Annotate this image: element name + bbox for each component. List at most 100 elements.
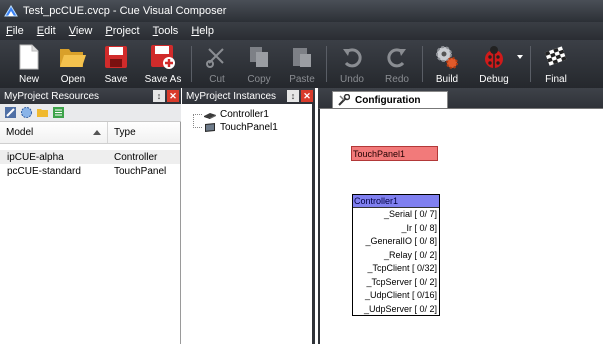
open-button[interactable]: Open: [57, 40, 89, 88]
menu-edit[interactable]: Edit: [37, 25, 56, 37]
instances-panel-title: MyProject Instances: [186, 90, 277, 102]
port-generalio[interactable]: _GeneralIO [ 0/ 8]: [353, 235, 439, 249]
redo-icon: [387, 48, 406, 68]
tree-item-controller1[interactable]: Controller1: [182, 108, 269, 121]
open-label: Open: [60, 74, 86, 85]
toolbar-separator: [530, 46, 531, 82]
column-header-type-label: Type: [114, 127, 136, 138]
port-tcpserver[interactable]: _TcpServer [ 0/ 2]: [353, 276, 439, 290]
tree-item-touchpanel1[interactable]: TouchPanel1: [182, 121, 278, 134]
gear-icon[interactable]: [20, 106, 33, 119]
resources-panel-header: MyProject Resources ↕ ✕: [0, 88, 181, 104]
column-header-model[interactable]: Model: [0, 122, 108, 143]
close-icon[interactable]: ✕: [301, 90, 313, 102]
controller-node-header: Controller1: [353, 195, 439, 208]
checkered-flag-icon: [544, 46, 567, 66]
save-as-icon: [151, 45, 175, 69]
tree-item-label: Controller1: [220, 109, 269, 120]
cell-model: pcCUE-standard: [7, 165, 81, 177]
port-ir[interactable]: _Ir [ 0/ 8]: [353, 222, 439, 236]
port-udpclient[interactable]: _UdpClient [ 0/16]: [353, 289, 439, 303]
resources-toolbar: [0, 104, 181, 122]
undo-button[interactable]: Undo: [338, 40, 366, 88]
cell-type: Controller: [114, 151, 158, 163]
final-button[interactable]: Final: [542, 40, 570, 88]
chevron-down-icon: [517, 55, 523, 59]
menu-tools[interactable]: Tools: [153, 25, 179, 37]
touchpanel-device-icon: [205, 123, 215, 132]
instances-panel-header: MyProject Instances ↕ ✕: [182, 88, 315, 104]
resources-table: Model Type ipCUE-alpha Controller pcCUE-…: [0, 122, 181, 344]
sort-ascending-icon: [93, 130, 101, 135]
controller-device-icon: [204, 113, 216, 119]
paste-label: Paste: [289, 74, 315, 85]
pin-icon[interactable]: ↕: [153, 90, 165, 102]
save-as-button[interactable]: Save As: [145, 40, 181, 88]
port-tcpclient[interactable]: _TcpClient [ 0/32]: [353, 262, 439, 276]
new-button[interactable]: New: [14, 40, 44, 88]
cell-type: TouchPanel: [114, 165, 167, 177]
save-label: Save: [104, 74, 128, 85]
debug-dropdown-button[interactable]: [515, 40, 525, 88]
cell-model: ipCUE-alpha: [7, 151, 64, 163]
menu-view[interactable]: View: [69, 25, 93, 37]
port-udpserver[interactable]: _UdpServer [ 0/ 2]: [353, 303, 439, 317]
debug-button[interactable]: Debug: [479, 40, 509, 88]
toolbar-separator: [191, 46, 192, 82]
app-logo-icon: [4, 5, 18, 17]
close-icon[interactable]: ✕: [167, 90, 179, 102]
redo-label: Redo: [385, 74, 409, 85]
toolbar-separator: [422, 46, 423, 82]
tree-item-label: TouchPanel1: [220, 122, 278, 133]
final-label: Final: [545, 74, 567, 85]
menu-bar: File Edit View Project Tools Help: [0, 22, 603, 40]
save-as-label: Save As: [144, 74, 182, 85]
port-relay[interactable]: _Relay [ 0/ 2]: [353, 249, 439, 263]
table-header: Model Type: [0, 122, 180, 144]
touchpanel-node[interactable]: TouchPanel1: [351, 146, 438, 161]
window-title: Test_pcCUE.cvcp - Cue Visual Composer: [23, 5, 227, 17]
menu-help[interactable]: Help: [191, 25, 214, 37]
touchpanel-node-label: TouchPanel1: [353, 148, 406, 159]
title-bar: Test_pcCUE.cvcp - Cue Visual Composer: [0, 0, 603, 22]
column-header-type[interactable]: Type: [108, 127, 136, 138]
column-header-model-label: Model: [6, 127, 34, 138]
build-button[interactable]: Build: [433, 40, 461, 88]
pin-icon[interactable]: ↕: [287, 90, 299, 102]
folder-icon[interactable]: [36, 106, 49, 119]
copy-button[interactable]: Copy: [245, 40, 273, 88]
resources-panel-title: MyProject Resources: [4, 90, 100, 102]
debug-label: Debug: [479, 74, 509, 85]
controller-node[interactable]: Controller1 _Serial [ 0/ 7] _Ir [ 0/ 8] …: [352, 194, 440, 316]
gears-icon: [436, 46, 458, 69]
copy-icon: [250, 47, 268, 67]
tab-configuration[interactable]: Configuration: [332, 91, 448, 108]
ladybug-icon: [485, 46, 503, 68]
copy-label: Copy: [247, 74, 271, 85]
port-serial[interactable]: _Serial [ 0/ 7]: [353, 208, 439, 222]
build-label: Build: [435, 74, 459, 85]
list-icon[interactable]: [52, 106, 65, 119]
paste-icon: [293, 48, 311, 67]
main-toolbar: New Open Save Save As Cut Copy Paste Und…: [0, 40, 603, 88]
save-button[interactable]: Save: [101, 40, 131, 88]
toolbar-separator: [326, 46, 327, 82]
redo-button[interactable]: Redo: [383, 40, 411, 88]
open-folder-icon: [60, 49, 86, 67]
table-row[interactable]: pcCUE-standard TouchPanel: [0, 164, 180, 178]
menu-project[interactable]: Project: [105, 25, 139, 37]
cut-button[interactable]: Cut: [204, 40, 230, 88]
table-row[interactable]: ipCUE-alpha Controller: [0, 150, 180, 164]
document-tab-strip: Configuration: [318, 88, 603, 108]
paste-button[interactable]: Paste: [288, 40, 316, 88]
controller-node-label: Controller1: [354, 196, 399, 206]
tools-icon[interactable]: [4, 106, 17, 119]
configuration-tools-icon: [338, 94, 350, 106]
undo-icon: [343, 48, 362, 68]
floppy-disk-icon: [105, 46, 127, 68]
undo-label: Undo: [340, 74, 364, 85]
tree-connector: [193, 127, 202, 128]
cut-label: Cut: [209, 74, 225, 85]
scissors-icon: [206, 48, 224, 68]
menu-file[interactable]: File: [6, 25, 24, 37]
